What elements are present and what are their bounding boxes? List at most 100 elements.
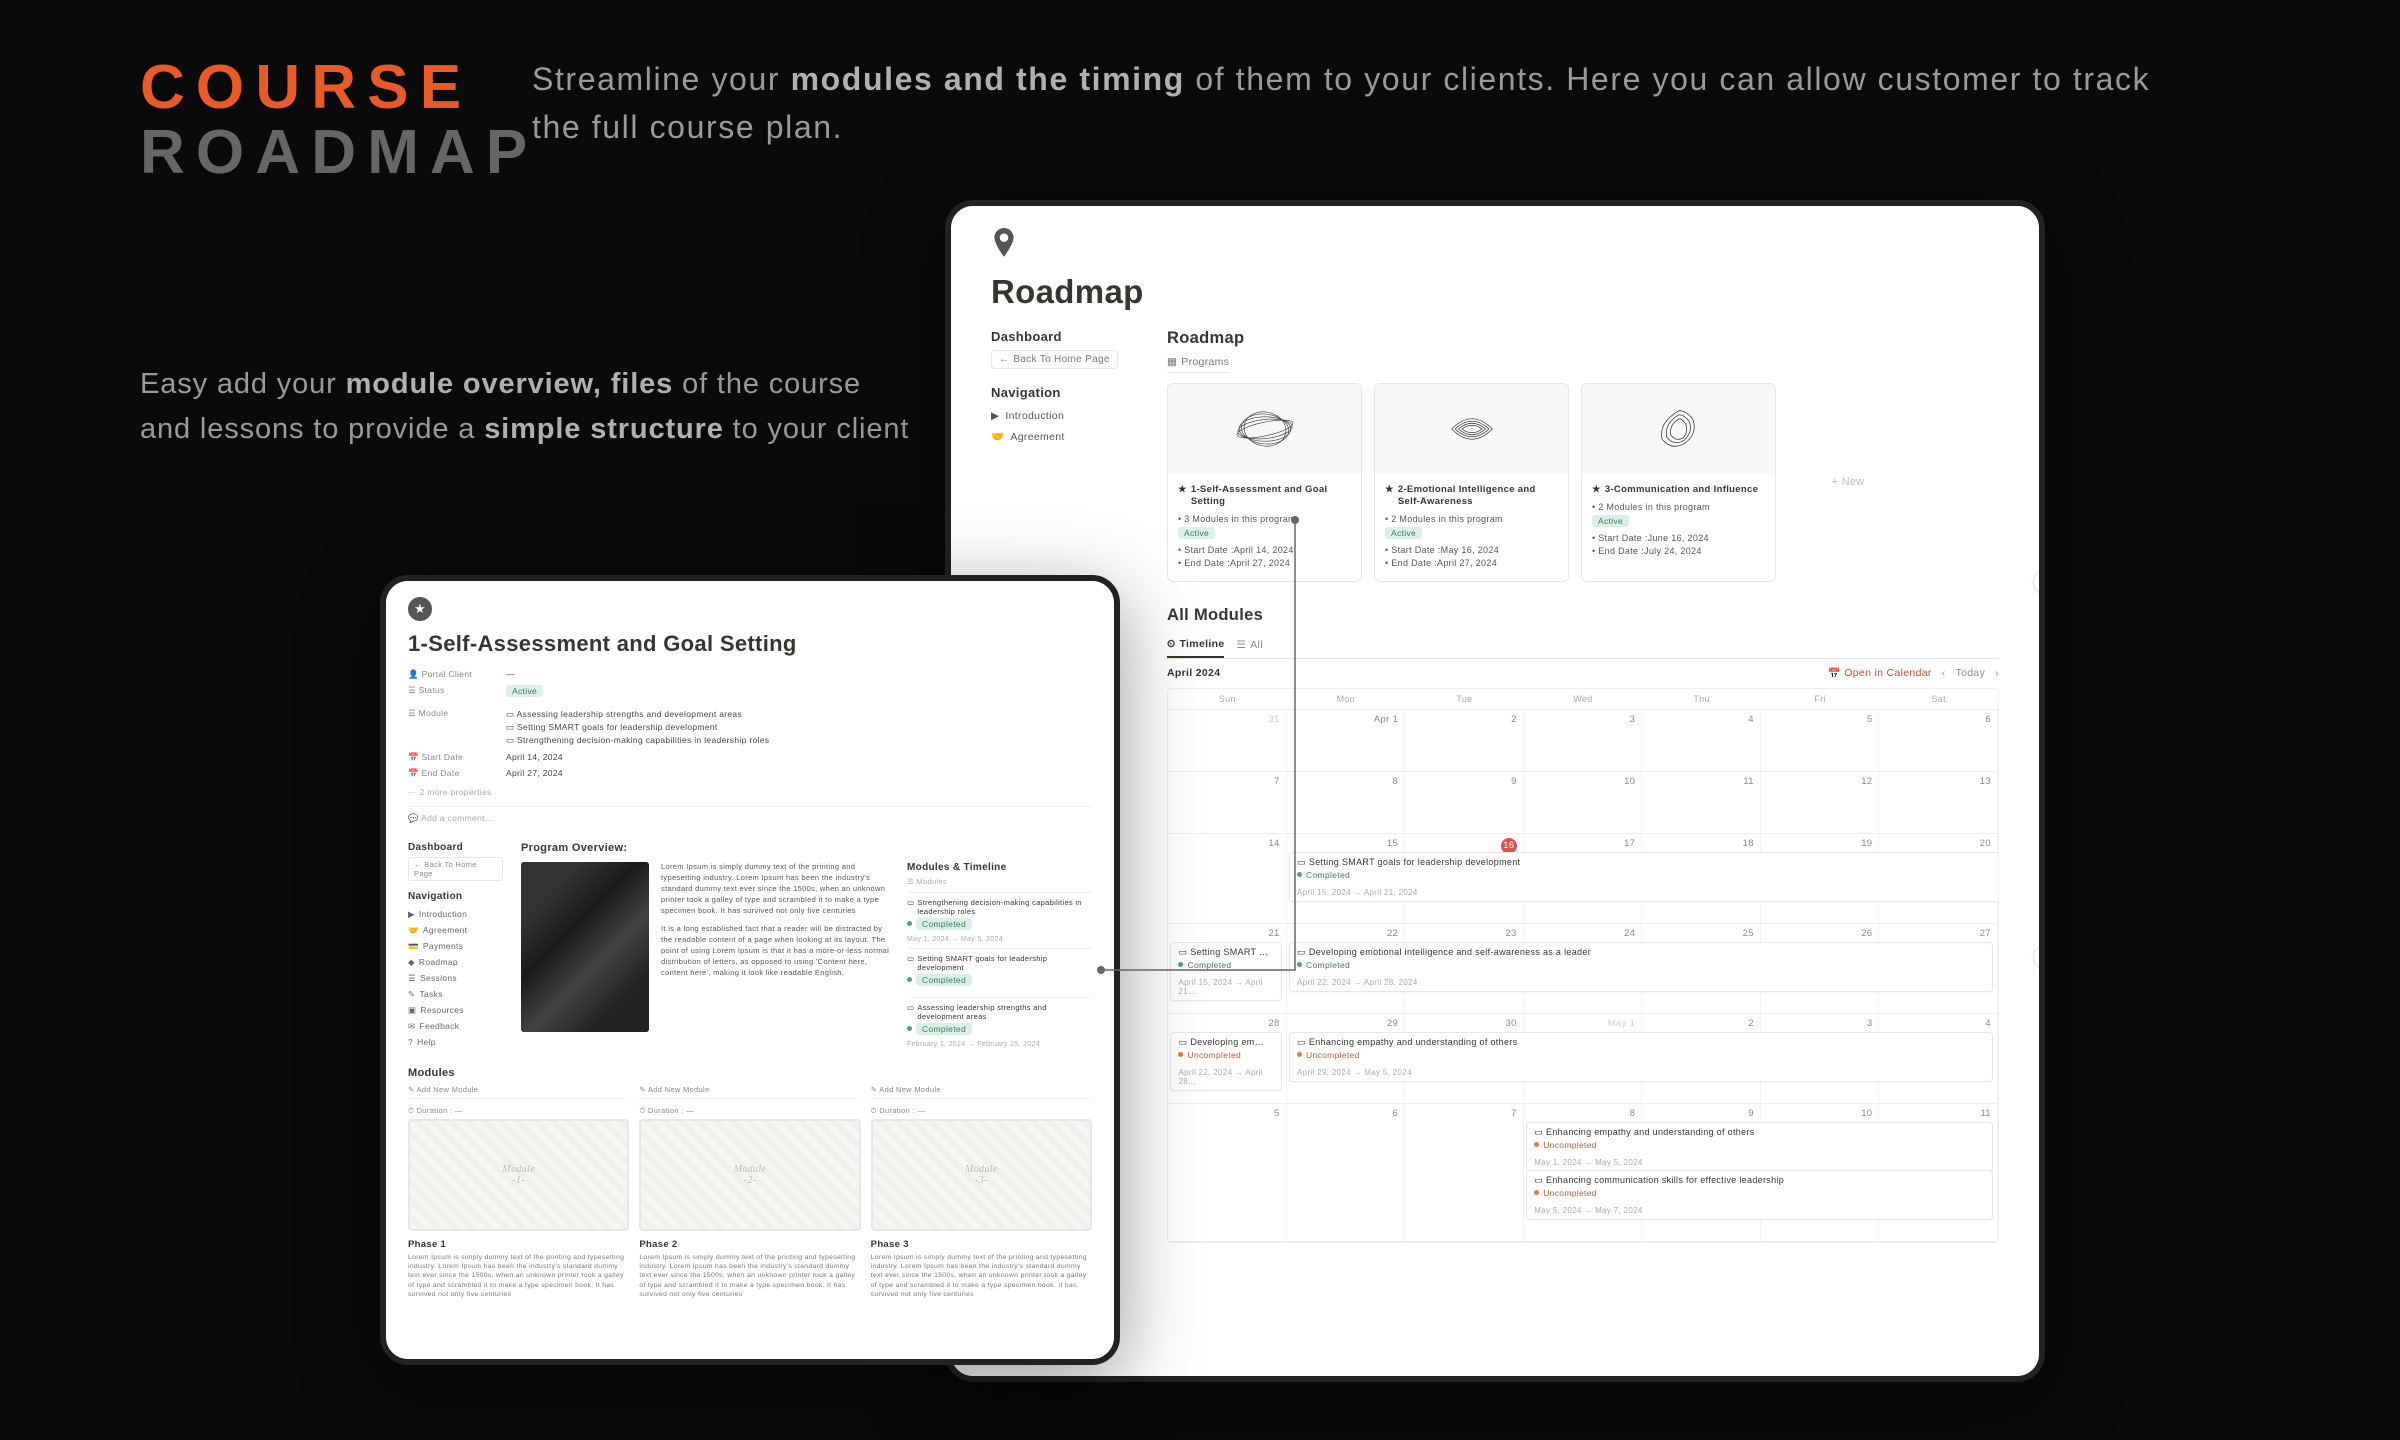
more-properties[interactable]: ⋯ 2 more properties bbox=[408, 779, 1092, 806]
module-column: ✎ Add New Module ⏱ Duration : — Module-3… bbox=[871, 1085, 1092, 1299]
calendar-event[interactable]: ▭ Enhancing communication skills for eff… bbox=[1526, 1170, 1993, 1220]
program-thumbnail bbox=[1168, 384, 1361, 474]
pin-icon bbox=[951, 206, 2039, 267]
timeline-item[interactable]: ▭Assessing leadership strengths and deve… bbox=[907, 997, 1092, 1053]
nav-icon: ◆ bbox=[408, 957, 415, 968]
add-program-button[interactable]: + New bbox=[1788, 383, 1908, 582]
sidebar-item[interactable]: ☰Sessions bbox=[408, 970, 503, 986]
calendar-cell[interactable]: 10 bbox=[1524, 772, 1643, 833]
prev-month[interactable]: ‹ bbox=[1942, 667, 1946, 679]
calendar-event[interactable]: ▭ Enhancing empathy and understanding of… bbox=[1526, 1122, 1993, 1172]
calendar: SunMonTueWedThuFriSat31Apr 1234567891011… bbox=[1167, 688, 1999, 1243]
calendar-cell[interactable]: 13 bbox=[1879, 772, 1998, 833]
calendar-cell[interactable]: Apr 1 bbox=[1287, 710, 1406, 771]
calendar-cell[interactable]: 11 bbox=[1642, 772, 1761, 833]
sidebar-item[interactable]: 🤝Agreement bbox=[408, 922, 503, 938]
sidebar-item[interactable]: ▣Resources bbox=[408, 1002, 503, 1018]
calendar-cell[interactable]: 7 bbox=[1405, 1104, 1524, 1241]
star-icon: ★ bbox=[1178, 484, 1187, 508]
status-badge: Active bbox=[1385, 527, 1422, 539]
side-description: Easy add your module overview, files of … bbox=[140, 362, 920, 452]
grid-icon: ▦ bbox=[1167, 356, 1177, 368]
module-tile[interactable]: Module-3- bbox=[871, 1119, 1092, 1231]
timeline-item[interactable]: ▭Setting SMART goals for leadership deve… bbox=[907, 948, 1092, 997]
calendar-cell[interactable]: 8 bbox=[1287, 772, 1406, 833]
hero-title-line1: COURSE bbox=[140, 53, 472, 122]
view-programs[interactable]: ▦ Programs bbox=[1167, 356, 1229, 373]
calendar-cell[interactable]: 5 bbox=[1168, 1104, 1287, 1241]
calendar-event[interactable]: ▭ Developing em… Uncompleted April 22, 2… bbox=[1170, 1032, 1281, 1091]
today-button[interactable]: Today bbox=[1956, 667, 1986, 679]
calendar-cell[interactable]: 12 bbox=[1761, 772, 1880, 833]
status-badge: Active bbox=[1592, 515, 1629, 527]
sidebar-item[interactable]: ▶Introduction bbox=[991, 406, 1141, 426]
page-title: Roadmap bbox=[951, 267, 2039, 329]
module-detail-frame: ★ 1-Self-Assessment and Goal Setting 👤 P… bbox=[380, 575, 1120, 1365]
program-card[interactable]: ★2-Emotional Intelligence and Self-Aware… bbox=[1374, 383, 1569, 582]
calendar-event[interactable]: ▭ Setting SMART goals for leadership dev… bbox=[1289, 852, 1999, 902]
sidebar-item[interactable]: ✎Tasks bbox=[408, 986, 503, 1002]
hero-description: Streamline your modules and the timing o… bbox=[532, 55, 2182, 151]
page-icon: ▭ bbox=[1297, 1037, 1306, 1048]
page-icon: ▭ bbox=[1534, 1127, 1543, 1138]
open-in-calendar[interactable]: 📅Open in Calendar bbox=[1828, 667, 1932, 680]
calendar-event[interactable]: ▭ Setting SMART … Completed April 15, 20… bbox=[1170, 942, 1281, 1001]
sidebar-item[interactable]: ◆Roadmap bbox=[408, 954, 503, 970]
module-tile[interactable]: Module-1- bbox=[408, 1119, 629, 1231]
star-icon: ★ bbox=[408, 597, 432, 621]
calendar-icon: 📅 bbox=[1828, 667, 1841, 680]
sidebar-nav-heading: Navigation bbox=[991, 385, 1141, 400]
calendar-cell[interactable]: 6 bbox=[1879, 710, 1998, 771]
calendar-month: April 2024 bbox=[1167, 667, 1220, 679]
mt-view[interactable]: ☰ Modules bbox=[907, 877, 1092, 886]
phase-heading: Phase 3 bbox=[871, 1239, 1092, 1250]
modules-heading: Modules bbox=[408, 1067, 1092, 1079]
program-thumbnail bbox=[1582, 384, 1775, 474]
roadmap-heading: Roadmap bbox=[1167, 329, 1999, 348]
calendar-cell[interactable]: 2 bbox=[1405, 710, 1524, 771]
calendar-cell[interactable]: 31 bbox=[1168, 710, 1287, 771]
sidebar-item[interactable]: 🤝Agreement bbox=[991, 426, 1141, 447]
calendar-cell[interactable]: 3 bbox=[1524, 710, 1643, 771]
add-module-button[interactable]: ✎ Add New Module bbox=[408, 1085, 629, 1099]
tab-all[interactable]: ☰All bbox=[1236, 633, 1262, 658]
meta-key-module: ☰ Module bbox=[408, 708, 498, 747]
calendar-event[interactable]: ▭ Enhancing empathy and understanding of… bbox=[1289, 1032, 1993, 1082]
status-badge: Active bbox=[506, 685, 543, 697]
nav-icon: ✉ bbox=[408, 1021, 415, 1032]
nav-icon: ✎ bbox=[408, 989, 415, 1000]
calendar-cell[interactable]: 9 bbox=[1405, 772, 1524, 833]
back-home-button[interactable]: ← Back To Home Page bbox=[408, 857, 503, 881]
calendar-cell[interactable]: 14 bbox=[1168, 834, 1287, 923]
module-column: ✎ Add New Module ⏱ Duration : — Module-1… bbox=[408, 1085, 629, 1299]
timeline-item[interactable]: ▭Strengthening decision-making capabilit… bbox=[907, 892, 1092, 948]
overview-image bbox=[521, 862, 649, 1032]
calendar-cell[interactable]: 4 bbox=[1642, 710, 1761, 771]
sidebar-item[interactable]: ✉Feedback bbox=[408, 1018, 503, 1034]
sidebar-dashboard-heading: Dashboard bbox=[991, 329, 1141, 344]
module-tile[interactable]: Module-2- bbox=[639, 1119, 860, 1231]
add-comment[interactable]: 💬 Add a comment… bbox=[408, 806, 1092, 830]
phase-heading: Phase 1 bbox=[408, 1239, 629, 1250]
mt-heading: Modules & Timeline bbox=[907, 862, 1092, 873]
sidebar-item[interactable]: ?Help bbox=[408, 1034, 503, 1049]
nav-icon: 💳 bbox=[408, 941, 419, 952]
tab-timeline[interactable]: ⏲Timeline bbox=[1167, 633, 1224, 658]
back-home-button[interactable]: ← Back To Home Page bbox=[991, 350, 1118, 369]
sidebar-item[interactable]: ▶Introduction bbox=[408, 906, 503, 922]
calendar-cell[interactable]: 5 bbox=[1761, 710, 1880, 771]
program-card[interactable]: ★1-Self-Assessment and Goal Setting • 3 … bbox=[1167, 383, 1362, 582]
all-modules-heading: All Modules bbox=[1167, 606, 1999, 625]
meta-key-status: ☰ Status bbox=[408, 685, 498, 703]
overview-heading: Program Overview: bbox=[521, 842, 1092, 854]
program-card[interactable]: ★3-Communication and Influence • 2 Modul… bbox=[1581, 383, 1776, 582]
calendar-cell[interactable]: 6 bbox=[1287, 1104, 1406, 1241]
add-module-button[interactable]: ✎ Add New Module bbox=[639, 1085, 860, 1099]
calendar-event[interactable]: ▭ Developing emotional intelligence and … bbox=[1289, 942, 1993, 992]
sidebar-item[interactable]: 💳Payments bbox=[408, 938, 503, 954]
next-month[interactable]: › bbox=[1995, 667, 1999, 679]
calendar-cell[interactable]: 7 bbox=[1168, 772, 1287, 833]
nav-icon: ▶ bbox=[408, 909, 415, 920]
page-icon: ▭ bbox=[1178, 947, 1187, 958]
add-module-button[interactable]: ✎ Add New Module bbox=[871, 1085, 1092, 1099]
